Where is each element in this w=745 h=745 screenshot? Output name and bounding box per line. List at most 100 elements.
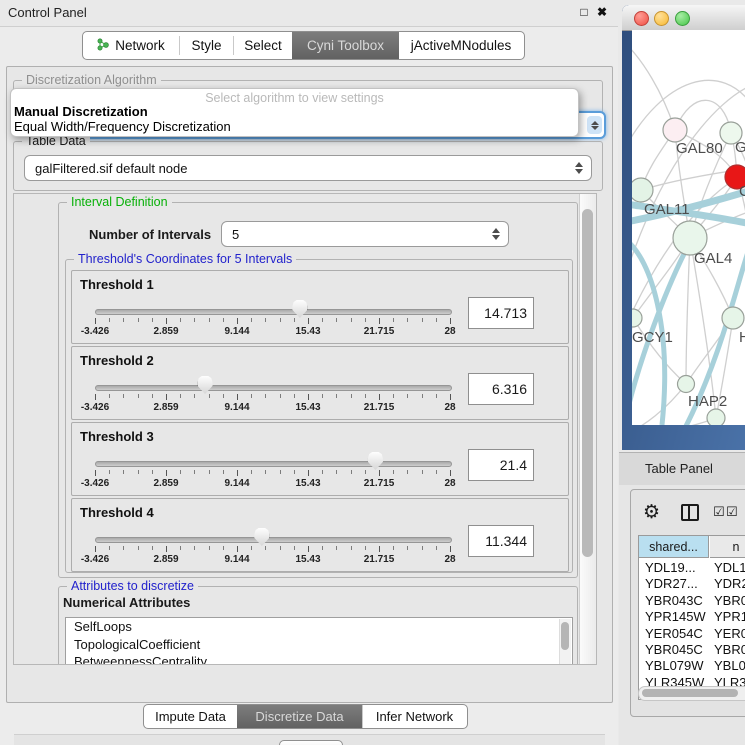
network-node-gal80[interactable] bbox=[663, 118, 687, 142]
network-node-label: G bbox=[735, 139, 745, 156]
network-canvas[interactable]: GAL80GCGAL11GAL4GCY1HHAP2 bbox=[632, 30, 745, 425]
tab-impute-data[interactable]: Impute Data bbox=[144, 705, 237, 728]
threshold-value-field[interactable]: 11.344 bbox=[468, 525, 534, 557]
table-panel-title: Table Panel bbox=[645, 461, 713, 476]
slider-track[interactable] bbox=[95, 461, 452, 467]
minimize-traffic-icon[interactable] bbox=[654, 11, 669, 26]
settings-vertical-scrollbar[interactable] bbox=[579, 194, 596, 664]
network-node-h[interactable] bbox=[722, 307, 744, 329]
table-row[interactable]: YBR043CYBR0 bbox=[639, 592, 745, 609]
scrollbar-thumb[interactable] bbox=[582, 209, 593, 557]
column-header-shared-name[interactable]: shared... bbox=[639, 536, 709, 558]
network-edge bbox=[686, 238, 690, 384]
attributes-group: Attributes to discretize Numerical Attri… bbox=[58, 586, 578, 665]
list-item[interactable]: TopologicalCoefficient bbox=[66, 636, 572, 654]
tab-impute-data-label: Impute Data bbox=[155, 709, 226, 724]
slider-track[interactable] bbox=[95, 309, 452, 315]
combo-arrows-icon bbox=[488, 228, 504, 240]
interval-definition-title: Interval Definition bbox=[67, 195, 172, 209]
slider-handle[interactable] bbox=[254, 528, 269, 546]
threshold-label: Threshold 4 bbox=[80, 505, 154, 520]
top-tab-bar: Network Style Select Cyni Toolbox jActiv… bbox=[82, 31, 525, 60]
tab-discretize-data-label: Discretize Data bbox=[255, 709, 343, 724]
threshold-label: Threshold 1 bbox=[80, 277, 154, 292]
threshold-label: Threshold 3 bbox=[80, 429, 154, 444]
dropdown-hint: Select algorithm to view settings bbox=[11, 91, 578, 105]
checkbox-icon[interactable]: ☑ bbox=[713, 505, 725, 520]
tab-cyni-toolbox-label: Cyni Toolbox bbox=[307, 38, 384, 53]
slider-handle[interactable] bbox=[368, 452, 383, 470]
node-table: shared... n YDL19...YDL1YDR27...YDR2YBR0… bbox=[638, 535, 745, 700]
tab-jactivemnodules-label: jActiveMNodules bbox=[411, 38, 512, 53]
tab-infer-network[interactable]: Infer Network bbox=[363, 705, 466, 728]
interval-definition-group: Interval Definition Number of Intervals … bbox=[58, 202, 578, 578]
table-row[interactable]: YER054CYER0 bbox=[639, 625, 745, 642]
table-subwindow: ⚙ ☑ ☑ shared... n YDL19...YDL1YDR27...YD… bbox=[630, 489, 745, 717]
gear-icon[interactable]: ⚙ bbox=[643, 501, 660, 523]
control-panel-titlebar: Control Panel □ ✖ bbox=[0, 0, 618, 27]
slider-handle[interactable] bbox=[292, 300, 307, 318]
network-node-gal11[interactable] bbox=[632, 178, 653, 202]
list-item[interactable]: BetweennessCentrality bbox=[66, 653, 572, 665]
table-row[interactable]: YBR045CYBR0 bbox=[639, 641, 745, 658]
network-node-label: H bbox=[739, 329, 745, 346]
table-data-group: Table Data galFiltered.sif default node bbox=[13, 141, 603, 191]
table-row[interactable]: YDR27...YDR2 bbox=[639, 575, 745, 592]
network-view-window: GAL80GCGAL11GAL4GCY1HHAP2 bbox=[622, 5, 745, 450]
network-node-label: GAL11 bbox=[644, 201, 690, 218]
threshold-label: Threshold 2 bbox=[80, 353, 154, 368]
network-node-hap2[interactable] bbox=[678, 376, 695, 393]
attributes-list-scrollbar[interactable] bbox=[559, 619, 571, 665]
table-row[interactable]: YDL19...YDL1 bbox=[639, 559, 745, 576]
network-node-label: C bbox=[739, 183, 745, 200]
threshold-value-field[interactable]: 21.4 bbox=[468, 449, 534, 481]
attributes-group-title: Attributes to discretize bbox=[67, 579, 198, 593]
threshold-box: Threshold 4 -3.4262.8599.14415.4321.7152… bbox=[71, 498, 569, 572]
tab-cyni-toolbox[interactable]: Cyni Toolbox bbox=[292, 32, 399, 59]
scrollbar-thumb[interactable] bbox=[642, 689, 738, 697]
slider-track[interactable] bbox=[95, 385, 452, 391]
slider-handle[interactable] bbox=[198, 376, 213, 394]
close-traffic-icon[interactable] bbox=[634, 11, 649, 26]
slider-track[interactable] bbox=[95, 537, 452, 543]
network-node[interactable] bbox=[707, 409, 725, 425]
apply-button[interactable]: Apply bbox=[279, 740, 343, 745]
dropdown-option-manual-discretization[interactable]: Manual Discretization bbox=[14, 104, 148, 119]
network-tab-icon bbox=[97, 37, 109, 54]
threshold-value-field[interactable]: 14.713 bbox=[468, 297, 534, 329]
network-graph[interactable]: GAL80GCGAL11GAL4GCY1HHAP2 bbox=[632, 30, 745, 425]
column-header-name[interactable]: n bbox=[710, 536, 745, 558]
settings-scroll-pane: Interval Definition Number of Intervals … bbox=[13, 193, 597, 665]
number-of-intervals-value: 5 bbox=[222, 227, 488, 242]
table-row[interactable]: YPR145WYPR1 bbox=[639, 608, 745, 625]
table-data-combobox[interactable]: galFiltered.sif default node bbox=[24, 155, 592, 181]
table-row[interactable]: YBL079WYBL0 bbox=[639, 657, 745, 674]
tab-style-label: Style bbox=[191, 38, 221, 53]
tab-jactivemnodules[interactable]: jActiveMNodules bbox=[399, 32, 523, 59]
table-data-combobox-value: galFiltered.sif default node bbox=[25, 161, 571, 176]
combo-arrows-icon bbox=[587, 116, 602, 134]
tab-style[interactable]: Style bbox=[180, 32, 233, 59]
list-item[interactable]: SelfLoops bbox=[66, 618, 572, 636]
network-window-titlebar[interactable] bbox=[622, 5, 745, 31]
float-icon[interactable]: □ bbox=[576, 4, 592, 20]
tab-network[interactable]: Network bbox=[83, 32, 179, 59]
discretization-algorithm-title: Discretization Algorithm bbox=[22, 73, 161, 87]
network-node-label: GCY1 bbox=[632, 329, 673, 346]
tab-discretize-data[interactable]: Discretize Data bbox=[237, 705, 362, 728]
tab-select[interactable]: Select bbox=[234, 32, 292, 59]
scrollbar-thumb[interactable] bbox=[561, 622, 569, 650]
dropdown-option-equal-width-frequency[interactable]: Equal Width/Frequency Discretization bbox=[14, 119, 231, 134]
panel-title: Control Panel bbox=[8, 5, 87, 20]
close-icon[interactable]: ✖ bbox=[594, 4, 610, 20]
network-node-gcy1[interactable] bbox=[632, 309, 642, 327]
number-of-intervals-combobox[interactable]: 5 bbox=[221, 221, 509, 247]
numerical-attributes-list[interactable]: SelfLoopsTopologicalCoefficientBetweenne… bbox=[65, 617, 573, 665]
checkbox-icon[interactable]: ☑ bbox=[726, 505, 738, 520]
combo-arrows-icon bbox=[571, 162, 587, 174]
split-view-icon[interactable] bbox=[681, 504, 699, 521]
threshold-value-field[interactable]: 6.316 bbox=[468, 373, 534, 405]
zoom-traffic-icon[interactable] bbox=[675, 11, 690, 26]
table-horizontal-scrollbar[interactable] bbox=[638, 686, 745, 701]
bottom-tab-bar: Impute Data Discretize Data Infer Networ… bbox=[143, 704, 468, 729]
